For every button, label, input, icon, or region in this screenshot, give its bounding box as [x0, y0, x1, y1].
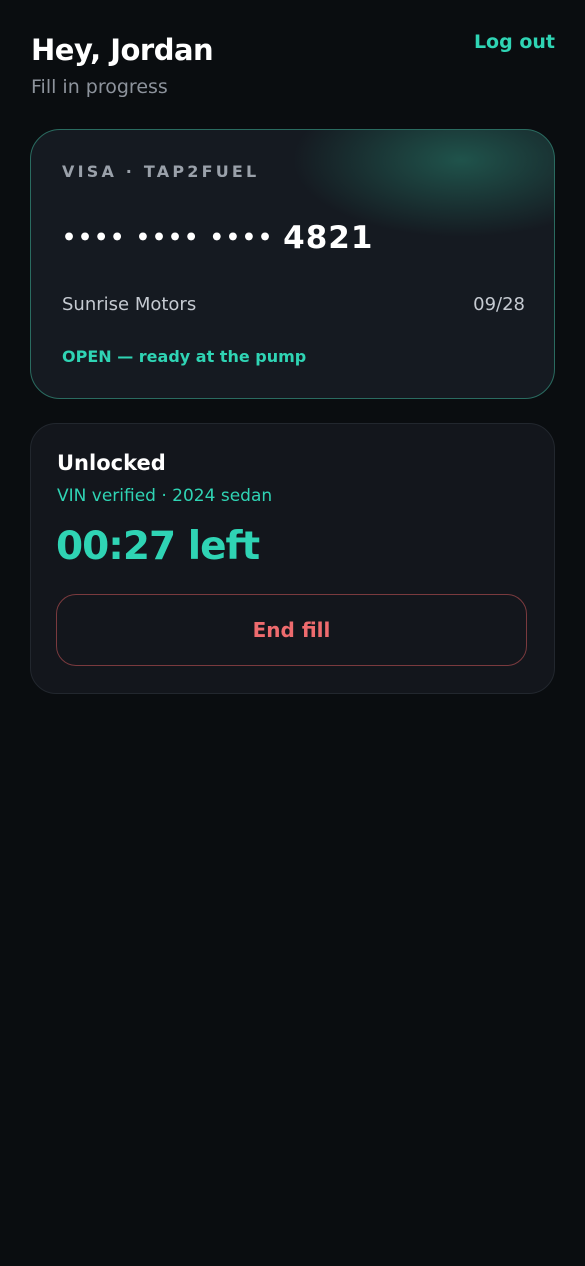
payment-card: VISA · TAP2FUEL •••• •••• •••• 4821 Sunr… [30, 129, 555, 399]
logout-link[interactable]: Log out [474, 31, 555, 53]
countdown-timer: 00:27 left [56, 524, 260, 569]
card-holder: Sunrise Motors [62, 294, 197, 315]
end-fill-button[interactable]: End fill [56, 594, 527, 666]
header: Hey, Jordan Fill in progress Log out [31, 30, 555, 110]
greeting-subtitle: Fill in progress [31, 76, 168, 98]
card-number: •••• •••• •••• 4821 [62, 220, 373, 256]
card-number-mask: •••• •••• •••• [62, 225, 275, 251]
card-brand: VISA · TAP2FUEL [62, 162, 260, 181]
card-last4: 4821 [283, 220, 374, 256]
card-expiry: 09/28 [473, 294, 525, 315]
session-status-title: Unlocked [57, 451, 166, 475]
fill-session-panel: Unlocked VIN verified · 2024 sedan 00:27… [30, 423, 555, 694]
card-status: OPEN — ready at the pump [62, 347, 307, 366]
vehicle-verification: VIN verified · 2024 sedan [57, 486, 273, 506]
greeting-title: Hey, Jordan [31, 33, 214, 67]
